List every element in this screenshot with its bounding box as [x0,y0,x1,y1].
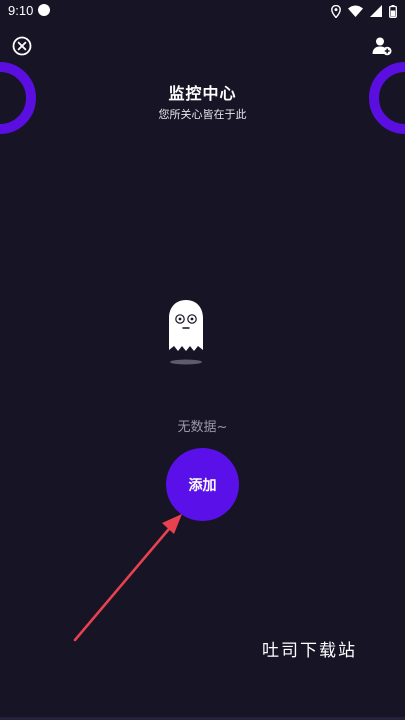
page-subtitle: 您所关心皆在于此 [158,108,247,121]
status-bar: 9:10 [0,0,405,24]
status-time: 9:10 [8,3,34,18]
empty-state-message: 无数据~ [177,420,228,435]
ghost-icon [169,300,203,365]
close-button[interactable] [12,36,32,56]
wifi-icon [348,5,363,17]
location-icon [331,4,341,18]
close-circle-icon [12,36,32,56]
person-add-icon [372,37,392,56]
monitoring-center-screen: 9:10 监控中心 您所关心皆在于此 无数据~ 添加 吐司下载站 [0,0,405,720]
watermark-text: 吐司下载站 [262,641,357,661]
notification-dot-icon [38,4,50,16]
battery-icon [389,4,397,18]
signal-icon [370,5,382,17]
add-user-button[interactable] [372,36,392,56]
status-icons [331,4,397,18]
page-title: 监控中心 [168,84,237,103]
annotation-arrow-icon [73,514,182,642]
